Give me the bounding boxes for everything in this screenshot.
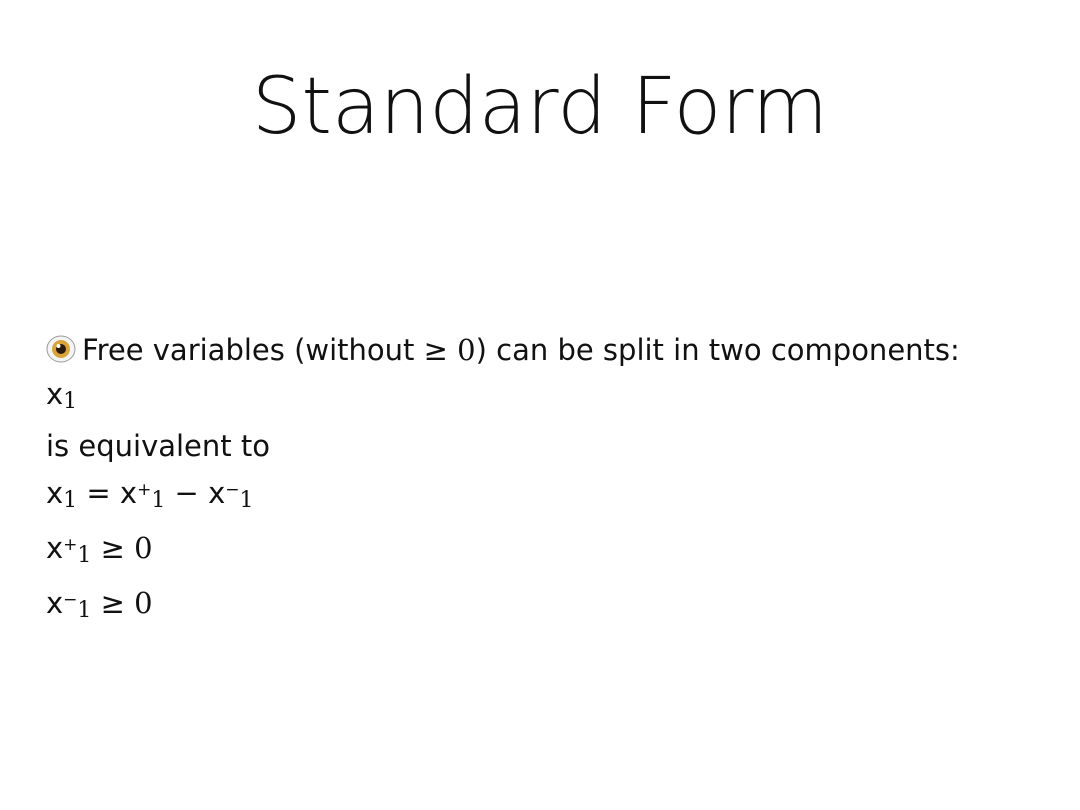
superscript-minus: − xyxy=(225,480,240,500)
geq: ≥ xyxy=(91,586,135,620)
var-x: x xyxy=(208,476,226,510)
geq: ≥ xyxy=(91,531,135,565)
line-xplus-nonneg: x+1 ≥ 0 xyxy=(46,523,960,578)
eye-icon xyxy=(46,335,76,363)
line-equivalent: is equivalent to xyxy=(46,429,270,463)
superscript-plus: + xyxy=(63,535,78,555)
slide-title: Standard Form xyxy=(251,62,829,152)
var-x: x xyxy=(46,377,64,411)
superscript-minus: − xyxy=(63,590,78,610)
line-xminus-nonneg: x−1 ≥ 0 xyxy=(46,578,960,633)
line-split-equation: x1 = x+1 − x−1 xyxy=(46,468,960,523)
subscript: 1 xyxy=(77,598,92,623)
superscript-plus: + xyxy=(137,480,152,500)
line-x1: x1 xyxy=(46,372,960,424)
subscript: 1 xyxy=(77,543,92,568)
bullet-zero: 0 xyxy=(457,333,476,367)
var-x: x xyxy=(46,531,64,565)
equals: = xyxy=(77,476,120,510)
var-x: x xyxy=(46,476,64,510)
subscript: 1 xyxy=(63,389,78,414)
minus: − xyxy=(165,476,209,510)
subscript: 1 xyxy=(239,488,254,513)
subscript: 1 xyxy=(151,488,166,513)
bullet-text-before: Free variables (without ≥ xyxy=(82,333,458,367)
bullet-text-after: ) can be split in two components: xyxy=(475,333,960,367)
var-x: x xyxy=(46,586,64,620)
var-x: x xyxy=(119,476,138,510)
zero: 0 xyxy=(134,531,153,565)
slide-body: Free variables (without ≥ 0) can be spli… xyxy=(46,328,960,633)
zero: 0 xyxy=(134,586,153,620)
subscript: 1 xyxy=(63,488,78,513)
bullet-line: Free variables (without ≥ 0) can be spli… xyxy=(46,328,960,372)
